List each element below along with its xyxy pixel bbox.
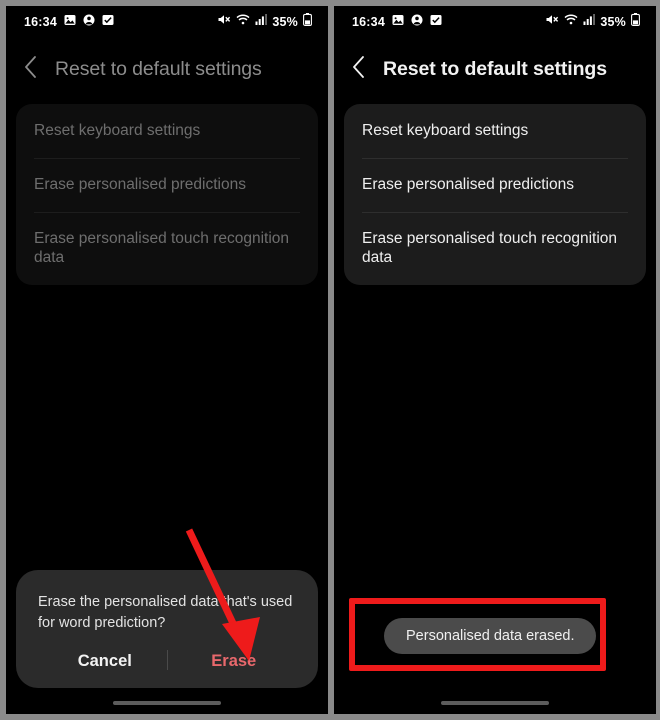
home-gesture-bar[interactable] (113, 701, 221, 705)
signal-icon (583, 13, 596, 31)
erase-confirm-dialog: Erase the personalised data that's used … (16, 570, 318, 688)
status-bar-right-group: 35% (217, 13, 312, 31)
dialog-message: Erase the personalised data that's used … (38, 594, 293, 631)
wifi-icon (564, 13, 578, 31)
back-chevron-icon[interactable] (352, 55, 365, 83)
right-phone-screen: 16:34 35% Reset to default settings Rese… (334, 6, 656, 714)
battery-icon (631, 13, 640, 31)
list-item[interactable]: Reset keyboard settings (344, 104, 646, 158)
status-bar-left-group: 16:34 (352, 13, 442, 31)
image-icon (392, 13, 404, 31)
settings-list-right: Reset keyboard settings Erase personalis… (344, 104, 646, 286)
toast-annotation-area: Personalised data erased. (334, 591, 656, 683)
person-icon (411, 13, 423, 31)
status-time: 16:34 (352, 15, 385, 29)
back-chevron-icon[interactable] (24, 55, 37, 83)
status-bar-left: 16:34 35% (6, 6, 328, 38)
dialog-divider (167, 649, 168, 670)
list-item[interactable]: Erase personalised touch recognition dat… (344, 211, 646, 286)
mute-icon (217, 13, 231, 31)
checkbox-icon (102, 13, 114, 31)
status-bar-left-group: 16:34 (24, 13, 114, 31)
list-item[interactable]: Reset keyboard settings (16, 104, 318, 158)
cancel-button[interactable]: Cancel (66, 648, 144, 675)
comparison-screenshot: 16:34 35% Reset to default settings Rese… (0, 0, 660, 720)
mute-icon (545, 13, 559, 31)
left-phone-screen: 16:34 35% Reset to default settings Rese… (6, 6, 328, 714)
battery-percent: 35% (600, 15, 626, 29)
status-bar-right: 16:34 35% (334, 6, 656, 38)
signal-icon (255, 13, 268, 31)
battery-icon (303, 13, 312, 31)
page-title: Reset to default settings (55, 57, 262, 80)
page-header-right: Reset to default settings (334, 38, 656, 100)
page-title: Reset to default settings (383, 57, 607, 80)
status-bar-right-group: 35% (545, 13, 640, 31)
image-icon (64, 13, 76, 31)
wifi-icon (236, 13, 250, 31)
battery-percent: 35% (272, 15, 298, 29)
list-item[interactable]: Erase personalised predictions (16, 157, 318, 212)
person-icon (83, 13, 95, 31)
dialog-actions: Cancel Erase (38, 648, 296, 675)
toast-message: Personalised data erased. (384, 618, 597, 654)
list-item[interactable]: Erase personalised touch recognition dat… (16, 211, 318, 286)
list-item[interactable]: Erase personalised predictions (344, 157, 646, 212)
erase-button[interactable]: Erase (199, 648, 268, 675)
status-time: 16:34 (24, 15, 57, 29)
page-header-left: Reset to default settings (6, 38, 328, 100)
home-gesture-bar[interactable] (441, 701, 549, 705)
settings-list-left: Reset keyboard settings Erase personalis… (16, 104, 318, 286)
checkbox-icon (430, 13, 442, 31)
